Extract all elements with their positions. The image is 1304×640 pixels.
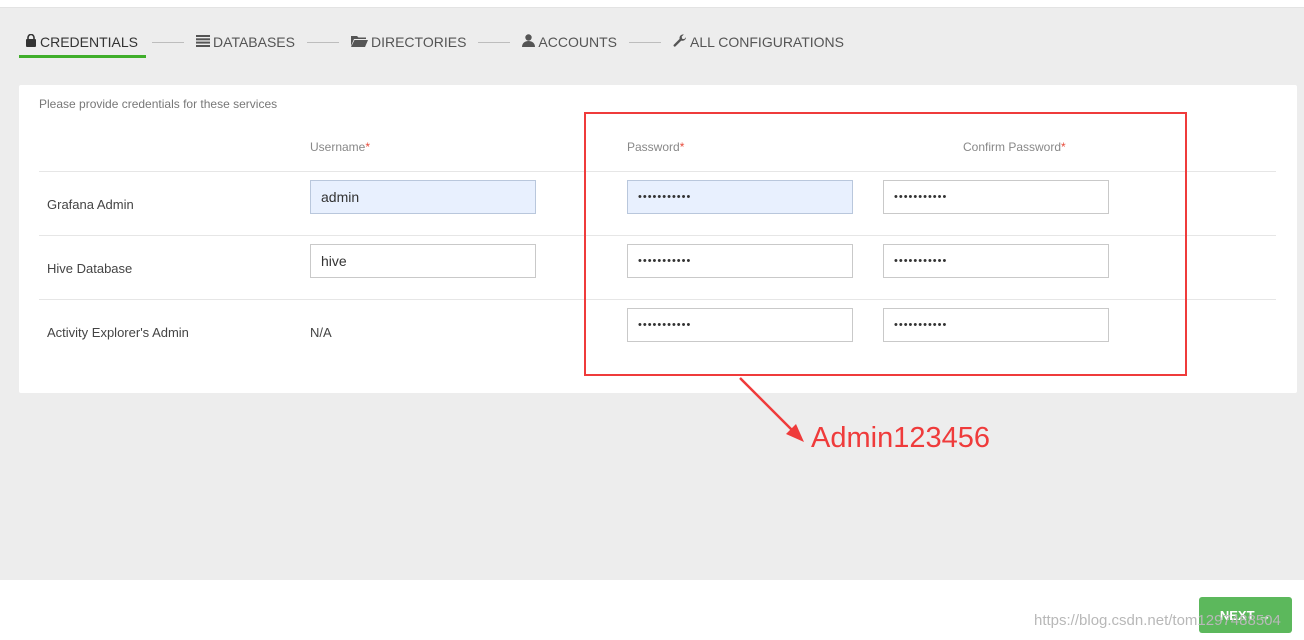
username-input[interactable]: admin bbox=[310, 180, 536, 214]
panel-description: Please provide credentials for these ser… bbox=[39, 97, 278, 111]
user-icon bbox=[522, 34, 536, 50]
step-separator bbox=[478, 42, 511, 43]
wizard-steps: CREDENTIALS DATABASES DIRECTORIES ACCOUN… bbox=[19, 28, 850, 60]
step-all-configurations[interactable]: ALL CONFIGURATIONS bbox=[667, 28, 850, 56]
step-directories[interactable]: DIRECTORIES bbox=[345, 28, 472, 56]
watermark: https://blog.csdn.net/tom1297488504 bbox=[1034, 612, 1281, 629]
service-label: Activity Explorer's Admin bbox=[47, 325, 189, 340]
step-separator bbox=[628, 42, 661, 43]
service-label: Grafana Admin bbox=[47, 197, 134, 212]
annotation-arrow bbox=[739, 377, 804, 442]
step-label: ACCOUNTS bbox=[538, 34, 617, 50]
step-separator bbox=[152, 42, 185, 43]
lock-icon bbox=[25, 33, 37, 50]
step-label: CREDENTIALS bbox=[40, 33, 139, 50]
step-databases[interactable]: DATABASES bbox=[190, 28, 301, 56]
username-column-header: Username* bbox=[310, 140, 371, 154]
folder-icon bbox=[350, 34, 368, 50]
step-separator bbox=[306, 42, 339, 43]
username-input[interactable]: hive bbox=[310, 244, 536, 278]
step-label: DIRECTORIES bbox=[370, 34, 467, 50]
annotation-highlight-box bbox=[584, 112, 1187, 376]
top-bar bbox=[0, 0, 1304, 8]
database-icon bbox=[196, 34, 211, 50]
step-label: ALL CONFIGURATIONS bbox=[689, 34, 845, 50]
step-credentials[interactable]: CREDENTIALS bbox=[19, 28, 147, 58]
username-value: N/A bbox=[310, 325, 332, 340]
service-label: Hive Database bbox=[47, 261, 133, 276]
required-mark: * bbox=[365, 140, 371, 154]
wrench-icon bbox=[673, 33, 687, 51]
annotation-text: Admin123456 bbox=[811, 422, 990, 454]
step-label: DATABASES bbox=[213, 34, 295, 50]
step-accounts[interactable]: ACCOUNTS bbox=[516, 28, 623, 56]
